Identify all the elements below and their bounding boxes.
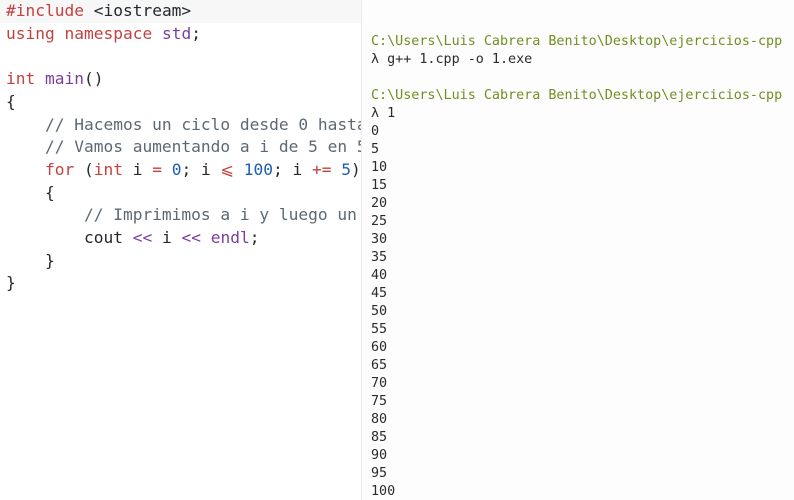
code-token: std — [161, 23, 192, 43]
terminal-output-line: 55 — [371, 322, 388, 337]
terminal-output-line: 85 — [371, 430, 388, 445]
code-token: << — [132, 228, 162, 247]
terminal-output-line: 60 — [371, 340, 388, 355]
code-line: #include <iostream> — [6, 0, 191, 22]
code-token: ) — [351, 159, 361, 179]
terminal-path-line: C:\Users\Luis Cabrera Benito\Desktop\eje… — [371, 34, 783, 49]
terminal-output-line: 0 — [371, 124, 380, 139]
code-token: += — [312, 159, 342, 179]
code-token: ; — [181, 159, 201, 179]
terminal-output-line: 75 — [371, 394, 388, 409]
code-token: main — [44, 69, 84, 89]
code-token: // Hacemos un ciclo desde 0 hasta 100 — [6, 114, 406, 134]
terminal-output-line: 30 — [371, 232, 388, 247]
code-token: i — [200, 159, 221, 179]
code-token: ; — [249, 228, 260, 247]
code-token: ; — [191, 23, 201, 43]
code-token: i — [292, 159, 313, 179]
terminal-output-line: 35 — [371, 250, 388, 265]
code-line: { — [6, 91, 16, 113]
terminal-output-line: 50 — [371, 304, 388, 319]
terminal-output-line: 90 — [371, 448, 388, 463]
terminal-output-line: 70 — [371, 376, 388, 391]
code-token: namespace — [64, 23, 162, 43]
terminal-output-line: 80 — [371, 412, 388, 427]
code-token: cout — [6, 228, 133, 247]
code-token: <iostream> — [93, 1, 192, 20]
terminal-window[interactable]: C:\Users\Luis Cabrera Benito\Desktop\eje… — [361, 0, 794, 500]
code-token: = — [152, 159, 172, 179]
code-token: i — [132, 159, 153, 179]
code-token: ; — [273, 159, 293, 179]
terminal-output-line: 100 — [371, 484, 396, 499]
code-token: using — [6, 23, 65, 43]
desktop-view: #include <iostream> using namespace std; i… — [0, 0, 794, 500]
code-token: #include — [6, 1, 94, 20]
terminal-output-line: 20 — [371, 196, 388, 211]
terminal-output-line: 15 — [371, 178, 388, 193]
terminal-path-line: C:\Users\Luis Cabrera Benito\Desktop\eje… — [371, 88, 783, 103]
terminal-output-line: 45 — [371, 286, 388, 301]
terminal-output-line: 95 — [371, 466, 388, 481]
code-line: // Hacemos un ciclo desde 0 hasta 100 — [6, 114, 406, 136]
code-line: { — [6, 182, 55, 204]
code-token: endl — [210, 228, 250, 247]
code-token: 0 — [171, 159, 182, 179]
terminal-output-line: 25 — [371, 214, 388, 229]
code-token: 100 — [243, 159, 274, 179]
terminal-output-line: 40 — [371, 268, 388, 283]
code-token: { — [6, 182, 55, 202]
code-token: << — [181, 228, 211, 247]
terminal-prompt-line: λ g++ 1.cpp -o 1.exe — [371, 52, 533, 67]
code-line: } — [6, 272, 16, 294]
code-line: int main() — [6, 68, 103, 90]
code-token: ( — [83, 159, 94, 179]
code-line: cout << i << endl; — [6, 227, 259, 249]
code-token: } — [6, 250, 55, 270]
code-line: for (int i = 0; i ⩽ 100; i += 5) — [6, 159, 361, 181]
code-token: int — [6, 69, 45, 89]
code-token: } — [6, 273, 16, 293]
code-token: i — [161, 228, 182, 247]
code-line: using namespace std; — [6, 23, 201, 45]
code-token: ⩽ — [220, 159, 244, 179]
code-token: { — [6, 91, 16, 111]
terminal-output-line: 10 — [371, 160, 388, 175]
code-token: int — [93, 159, 133, 179]
code-line: } — [6, 250, 55, 272]
terminal-output-line: 5 — [371, 142, 380, 157]
terminal-output-line: 65 — [371, 358, 388, 373]
code-token: for — [44, 159, 84, 179]
code-token: () — [83, 69, 104, 89]
terminal-prompt-line: λ 1 — [371, 106, 396, 121]
code-token: 5 — [341, 159, 352, 179]
